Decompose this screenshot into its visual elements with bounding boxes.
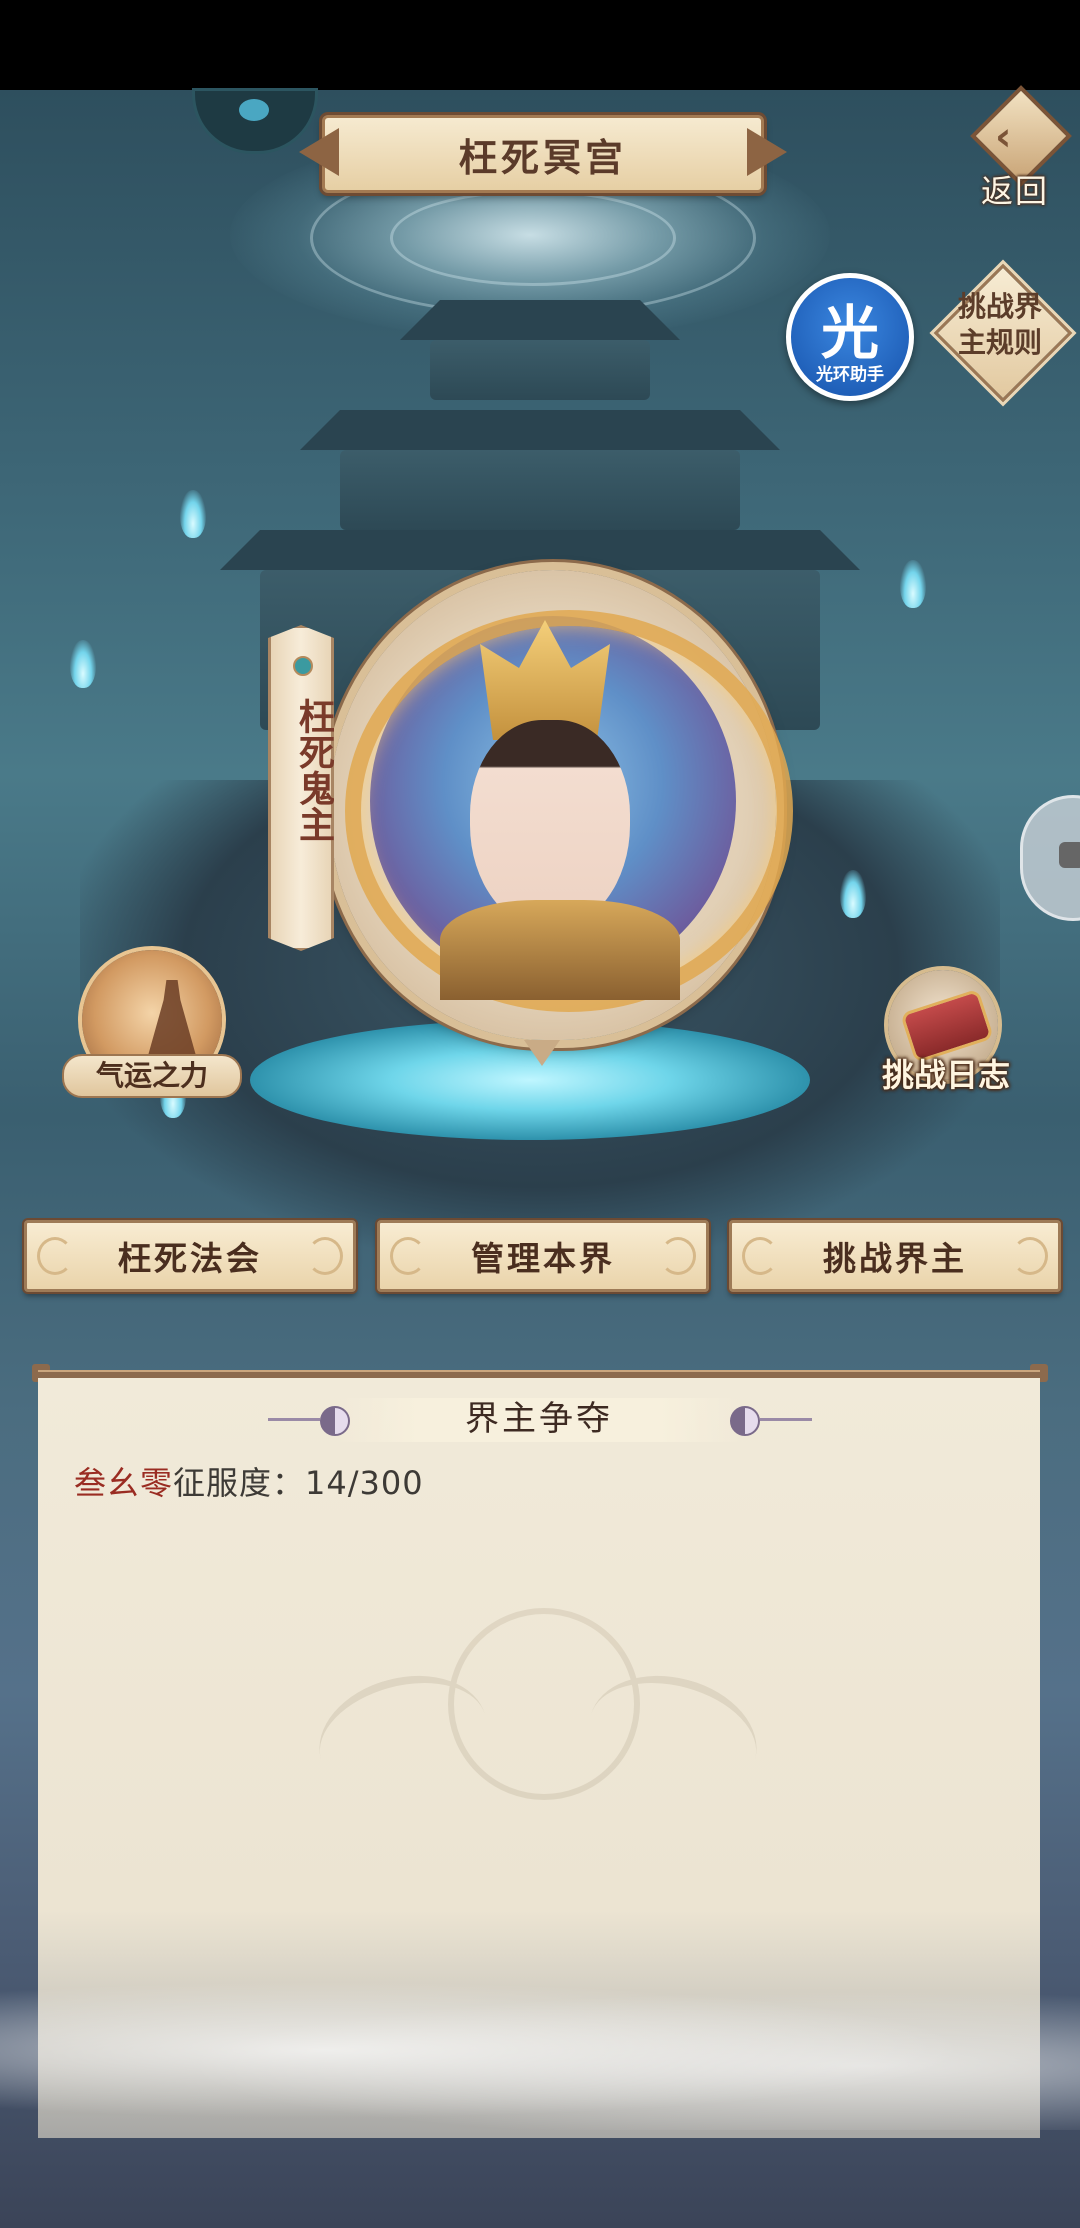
cat-icon <box>1059 842 1080 868</box>
back-button[interactable]: ‹ 返回 <box>965 85 1072 210</box>
fortune-power-button[interactable]: 气运之力 <box>62 950 242 1100</box>
boss-name: 枉死鬼主 <box>293 698 334 842</box>
ghost-flame <box>70 640 96 688</box>
manage-realm-label: 管理本界 <box>471 1239 615 1278</box>
back-label: 返回 <box>980 172 1049 210</box>
yin-yang-icon <box>320 1406 350 1436</box>
manage-realm-button[interactable]: 管理本界 <box>377 1220 709 1292</box>
phoenix-watermark <box>305 1608 771 1868</box>
ritual-button[interactable]: 枉死法会 <box>24 1220 356 1292</box>
page-title: 枉死冥宫 <box>458 135 627 180</box>
challenge-log-label: 挑战日志 <box>881 1056 1010 1094</box>
conquest-value: 14/300 <box>305 1464 424 1502</box>
conquest-label: 征服度： <box>173 1464 306 1502</box>
holder-name: 叁幺零 <box>74 1464 174 1502</box>
cloud-mist <box>0 1970 1080 2130</box>
ghost-flame <box>900 560 926 608</box>
challenge-rules-label: 挑战界主规则 <box>957 290 1042 359</box>
ghost-flame <box>840 870 866 918</box>
ritual-label: 枉死法会 <box>118 1239 262 1278</box>
panel-title: 界主争夺 <box>465 1399 613 1439</box>
challenge-lord-label: 挑战界主 <box>823 1239 967 1278</box>
boss-name-scroll: 枉死鬼主 <box>268 625 334 951</box>
yin-yang-icon <box>730 1406 760 1436</box>
conquest-status: 叁幺零征服度：14/300 <box>74 1458 424 1504</box>
panel-header: 界主争夺 <box>38 1394 1040 1444</box>
challenge-rules-button[interactable]: 挑战界主规则 <box>933 263 1073 403</box>
challenge-log-button[interactable]: 挑战日志 <box>866 970 1026 1100</box>
ghost-flame <box>180 490 206 538</box>
fortune-power-label: 气运之力 <box>62 1054 242 1098</box>
boss-face <box>470 720 630 930</box>
halo-helper-icon: 光 <box>820 299 879 367</box>
page-title-banner: 枉死冥宫 <box>322 115 764 193</box>
boss-robe <box>440 900 680 1000</box>
boss-portrait[interactable] <box>330 570 793 1040</box>
halo-helper-label: 光环助手 <box>816 365 884 385</box>
status-bar <box>0 0 1080 90</box>
challenge-lord-button[interactable]: 挑战界主 <box>729 1220 1061 1292</box>
halo-helper-button[interactable]: 光 光环助手 <box>786 273 914 401</box>
